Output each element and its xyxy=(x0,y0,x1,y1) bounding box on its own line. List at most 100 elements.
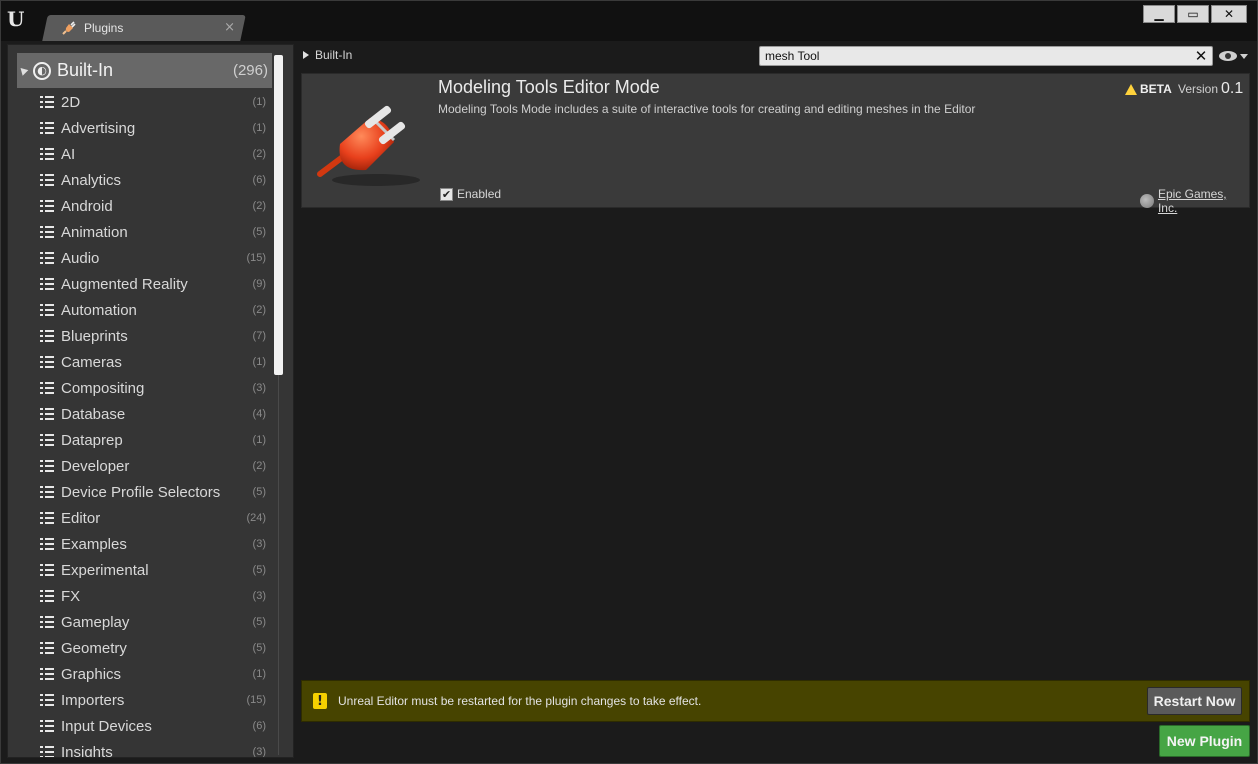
sidebar-item-count: (7) xyxy=(252,330,266,342)
unreal-engine-icon: ◐ xyxy=(33,61,51,80)
plugin-description: Modeling Tools Mode includes a suite of … xyxy=(438,102,976,116)
sidebar-item-label: 2D xyxy=(61,93,81,111)
window-controls: ▁ ▭ ✕ xyxy=(1143,5,1247,23)
sidebar-item[interactable]: Importers (15) xyxy=(40,687,268,713)
expand-arrow-icon[interactable] xyxy=(17,65,29,76)
search-box: ✕ xyxy=(759,46,1213,66)
category-list-icon xyxy=(40,408,54,420)
category-list-icon xyxy=(40,616,54,628)
sidebar-scrollbar-thumb[interactable] xyxy=(274,55,283,375)
maximize-button[interactable]: ▭ xyxy=(1177,5,1209,23)
sidebar-item[interactable]: Compositing (3) xyxy=(40,375,268,401)
sidebar-item-count: (1) xyxy=(252,668,266,680)
clear-search-icon[interactable]: ✕ xyxy=(1190,47,1212,65)
sidebar-item[interactable]: FX (3) xyxy=(40,583,268,609)
search-input[interactable] xyxy=(765,49,1190,63)
unreal-logo-icon: U xyxy=(7,7,25,31)
category-list-icon xyxy=(40,642,54,654)
category-list-icon xyxy=(40,694,54,706)
sidebar-item-label: Compositing xyxy=(61,379,145,397)
category-list-icon xyxy=(40,148,54,160)
category-root-built-in[interactable]: ◐ Built-In (296) xyxy=(17,53,272,88)
sidebar-item-count: (1) xyxy=(252,434,266,446)
sidebar-item-label: Input Devices xyxy=(61,717,152,735)
sidebar-item[interactable]: Database (4) xyxy=(40,401,268,427)
sidebar-item[interactable]: Experimental (5) xyxy=(40,557,268,583)
plugin-title: Modeling Tools Editor Mode xyxy=(438,77,660,97)
category-list-icon xyxy=(40,356,54,368)
eye-icon xyxy=(1219,51,1237,61)
breadcrumb[interactable]: Built-In xyxy=(303,45,352,65)
publisher-label[interactable]: Epic Games, Inc. xyxy=(1158,187,1249,215)
sidebar-item[interactable]: Device Profile Selectors (5) xyxy=(40,479,268,505)
sidebar-item[interactable]: Animation (5) xyxy=(40,219,268,245)
sidebar-item-count: (3) xyxy=(252,590,266,602)
sidebar-item-count: (5) xyxy=(252,226,266,238)
enabled-checkbox[interactable]: ✔ xyxy=(440,187,453,201)
category-list-icon xyxy=(40,304,54,316)
sidebar-item[interactable]: Analytics (6) xyxy=(40,167,268,193)
tab-close-icon[interactable]: × xyxy=(224,20,235,35)
sidebar-item[interactable]: Examples (3) xyxy=(40,531,268,557)
category-list-icon xyxy=(40,460,54,472)
sidebar-item-label: Examples xyxy=(61,535,127,553)
enabled-toggle[interactable]: ✔ Enabled xyxy=(440,187,501,201)
tab-plugins[interactable]: Plugins × xyxy=(57,15,243,41)
sidebar-item-label: Geometry xyxy=(61,639,127,657)
sidebar-item[interactable]: Input Devices (6) xyxy=(40,713,268,739)
sidebar-item[interactable]: Audio (15) xyxy=(40,245,268,271)
sidebar-item-count: (3) xyxy=(252,382,266,394)
plugin-plug-icon xyxy=(317,105,420,186)
plugin-card[interactable]: Modeling Tools Editor Mode Modeling Tool… xyxy=(301,73,1250,215)
sidebar-item-label: Analytics xyxy=(61,171,122,189)
caret-down-icon xyxy=(1240,53,1248,59)
breadcrumb-arrow-icon xyxy=(303,51,309,59)
sidebar-item[interactable]: Advertising (1) xyxy=(40,115,268,141)
sidebar-item-count: (5) xyxy=(252,616,266,628)
sidebar-item-label: FX xyxy=(61,587,81,605)
sidebar-item[interactable]: 2D (1) xyxy=(40,89,268,115)
restart-now-button[interactable]: Restart Now xyxy=(1147,687,1242,715)
minimize-button[interactable]: ▁ xyxy=(1143,5,1175,23)
sidebar-item[interactable]: Graphics (1) xyxy=(40,661,268,687)
category-sidebar: ◐ Built-In (296) 2D (1) Advertising (1) AI (2… xyxy=(7,44,294,758)
warning-icon: ! xyxy=(313,693,327,709)
sidebar-item-count: (2) xyxy=(252,148,266,160)
view-options-dropdown[interactable] xyxy=(1219,48,1251,64)
sidebar-item-label: Automation xyxy=(61,301,137,319)
sidebar-item-count: (5) xyxy=(252,564,266,576)
sidebar-item-count: (3) xyxy=(252,746,266,758)
publisher-link[interactable]: Epic Games, Inc. xyxy=(1140,187,1249,215)
sidebar-item[interactable]: Geometry (5) xyxy=(40,635,268,661)
category-list-icon xyxy=(40,512,54,524)
sidebar-item[interactable]: Blueprints (7) xyxy=(40,323,268,349)
sidebar-item[interactable]: Dataprep (1) xyxy=(40,427,268,453)
beta-label: BETA xyxy=(1140,82,1172,96)
sidebar-item-label: Gameplay xyxy=(61,613,130,631)
plugin-version: Version 0.1 xyxy=(1178,80,1243,98)
sidebar-item-count: (6) xyxy=(252,174,266,186)
category-list-icon xyxy=(40,278,54,290)
sidebar-item-label: Audio xyxy=(61,249,100,267)
sidebar-item[interactable]: Gameplay (5) xyxy=(40,609,268,635)
title-bar: U Plugins × ▁ ▭ ✕ xyxy=(1,1,1257,41)
sidebar-item[interactable]: Insights (3) xyxy=(40,739,268,758)
sidebar-item[interactable]: Editor (24) xyxy=(40,505,268,531)
sidebar-item[interactable]: Cameras (1) xyxy=(40,349,268,375)
sidebar-item[interactable]: Augmented Reality (9) xyxy=(40,271,268,297)
new-plugin-button[interactable]: New Plugin xyxy=(1159,725,1250,757)
close-window-button[interactable]: ✕ xyxy=(1211,5,1247,23)
plugins-window: U Plugins × ▁ ▭ ✕ ◐ Built-In (296) 2D (1)… xyxy=(0,0,1258,764)
sidebar-item-label: Importers xyxy=(61,691,125,709)
sidebar-item-label: Developer xyxy=(61,457,130,475)
globe-icon xyxy=(1140,194,1154,208)
sidebar-item[interactable]: Developer (2) xyxy=(40,453,268,479)
sidebar-item-count: (1) xyxy=(252,96,266,108)
sidebar-item-count: (2) xyxy=(252,460,266,472)
sidebar-item-count: (5) xyxy=(252,486,266,498)
sidebar-item[interactable]: Android (2) xyxy=(40,193,268,219)
category-list-icon xyxy=(40,330,54,342)
sidebar-item[interactable]: Automation (2) xyxy=(40,297,268,323)
sidebar-scrollbar-track[interactable] xyxy=(278,375,279,755)
sidebar-item[interactable]: AI (2) xyxy=(40,141,268,167)
